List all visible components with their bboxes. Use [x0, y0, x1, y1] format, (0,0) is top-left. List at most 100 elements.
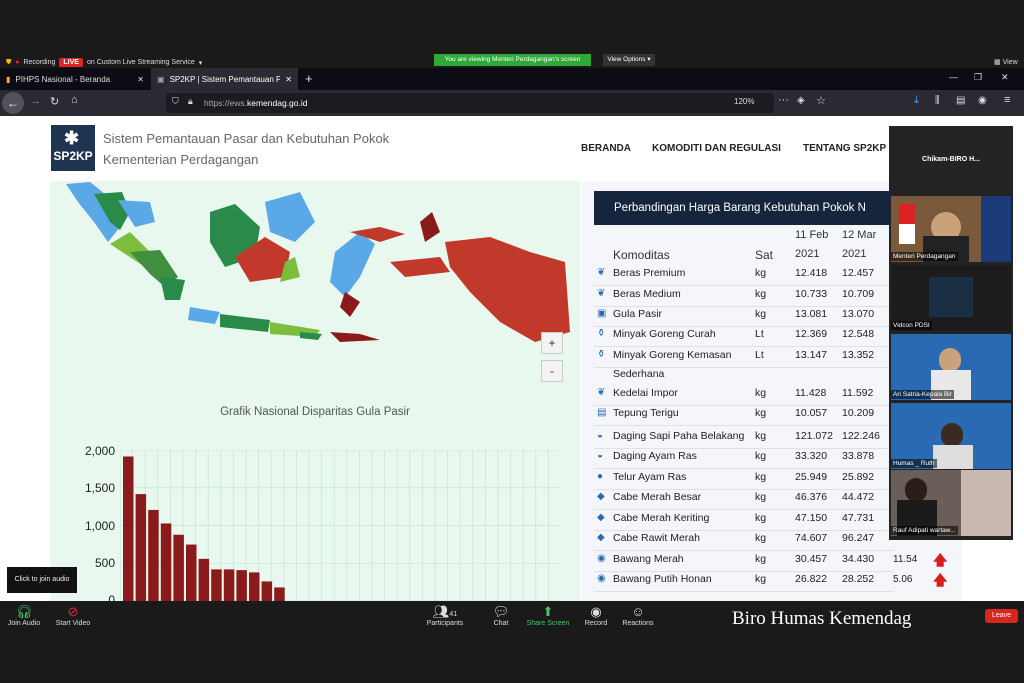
- commodity-icon: ⚱: [597, 349, 606, 360]
- participant-count: 41: [449, 611, 458, 618]
- bar-8[interactable]: [223, 569, 235, 601]
- commodity-icon: ◆: [597, 512, 605, 523]
- nav-komoditi[interactable]: KOMODITI DAN REGULASI: [652, 143, 781, 154]
- bar-7[interactable]: [211, 569, 222, 601]
- reload-icon[interactable]: ↻: [50, 95, 59, 108]
- table-row: ⚱ Minyak Goreng Curah Lt 12.369 12.548: [594, 328, 894, 347]
- tab-pihps[interactable]: ▮ PIHPS Nasional - Beranda ✕: [0, 68, 150, 90]
- restore-icon[interactable]: ❐: [974, 72, 982, 83]
- minimize-icon[interactable]: —: [949, 72, 958, 82]
- tab-pihps-label: PIHPS Nasional - Beranda: [15, 74, 111, 84]
- table-row: ❦ Kedelai Impor kg 11.428 11.592: [594, 387, 894, 406]
- bar-0[interactable]: [123, 456, 134, 601]
- row-unit: kg: [755, 308, 767, 320]
- home-icon[interactable]: ⌂: [71, 94, 78, 106]
- tracking-shield-icon[interactable]: ⛉: [172, 96, 179, 107]
- tab-sp2kp[interactable]: ▣ SP2KP | Sistem Pemantauan Pa... ✕: [151, 68, 298, 90]
- recording-indicator[interactable]: ⛊ ● Recording LIVE on Custom Live Stream…: [6, 58, 202, 67]
- reactions-button[interactable]: ☺ Reactions: [608, 604, 668, 627]
- participants-icon: 👥︎41: [432, 604, 458, 619]
- row-unit: kg: [755, 407, 767, 419]
- chevron-down-icon[interactable]: ▾: [199, 59, 203, 67]
- col-date1-line1: 11 Feb: [795, 229, 829, 241]
- participants-button[interactable]: 👥︎41 Participants: [415, 604, 475, 627]
- map-zoom-in-button[interactable]: +: [541, 332, 563, 354]
- view-button[interactable]: ▦ View: [994, 58, 1018, 66]
- more-actions-icon[interactable]: ···: [778, 94, 789, 106]
- download-icon[interactable]: ⤓: [914, 94, 919, 107]
- view-label: View: [1002, 59, 1018, 66]
- close-icon[interactable]: ✕: [137, 75, 144, 84]
- table-row: ◆ Cabe Merah Besar kg 46.376 44.472: [594, 491, 894, 510]
- start-video-button[interactable]: ⊘ Start Video: [43, 604, 103, 627]
- map-zoom-out-button[interactable]: -: [541, 360, 563, 382]
- library-icon[interactable]: ⫼: [935, 95, 940, 106]
- row-commodity: Beras Premium: [613, 267, 686, 279]
- bar-10[interactable]: [249, 572, 260, 601]
- row-price-mar: 11.592: [842, 387, 874, 399]
- zoom-level[interactable]: 120%: [734, 97, 754, 106]
- bar-11[interactable]: [261, 581, 273, 601]
- bar-2[interactable]: [148, 509, 159, 601]
- forward-arrow-icon[interactable]: →: [30, 95, 41, 107]
- gallery-header[interactable]: Chikam-BIRO H...: [891, 156, 1011, 163]
- new-tab-icon[interactable]: +: [305, 71, 313, 86]
- stream-label[interactable]: on Custom Live Streaming Service: [87, 59, 195, 66]
- row-price-mar: 12.457: [842, 267, 875, 279]
- table-row: ❦ Beras Premium kg 12.418 12.457: [594, 267, 894, 286]
- bookmark-star-icon[interactable]: ☆: [816, 94, 826, 107]
- row-price-feb: 121.072: [795, 430, 833, 442]
- viewing-banner: You are viewing Menteri Perdagangan's sc…: [434, 54, 591, 66]
- menu-icon[interactable]: ≡: [1004, 94, 1010, 106]
- row-unit: Lt: [755, 349, 764, 361]
- y-tick-1000: 1,000: [84, 519, 115, 533]
- row-price-mar: 122.246: [842, 430, 880, 442]
- table-row: ⚱ Minyak Goreng Kemasan Lt 13.147 13.352: [594, 349, 894, 368]
- lock-icon[interactable]: 🔒︎: [188, 96, 193, 107]
- row-price-mar: 96.247: [842, 532, 875, 544]
- row-unit: kg: [755, 430, 767, 442]
- video-tile-vidcon[interactable]: Vidcon PDSI: [891, 265, 1011, 331]
- leave-button[interactable]: Leave: [985, 609, 1018, 623]
- account-icon[interactable]: ◉: [978, 95, 987, 106]
- video-tile-menteri[interactable]: Menteri Perdagangan: [891, 196, 1011, 262]
- site-title-line1: Sistem Pemantauan Pasar dan Kebutuhan Po…: [103, 131, 390, 146]
- commodity-icon: ◒: [597, 430, 604, 441]
- close-icon[interactable]: ✕: [285, 75, 292, 84]
- commodity-icon: ⚱: [597, 328, 606, 339]
- nav-tentang[interactable]: TENTANG SP2KP: [803, 143, 886, 154]
- back-arrow-icon[interactable]: ←: [2, 92, 24, 114]
- sidebar-icon[interactable]: ▤: [956, 95, 965, 106]
- video-tile-ruth[interactable]: Humas _ Ruth: [891, 403, 1011, 469]
- row-unit: kg: [755, 573, 767, 585]
- bar-6[interactable]: [198, 558, 210, 601]
- commodity-icon: ◒: [597, 450, 604, 461]
- map-region-sulteng: [330, 232, 375, 297]
- bar-4[interactable]: [173, 534, 184, 601]
- row-commodity: Beras Medium: [613, 288, 681, 300]
- row-price-feb: 33.320: [795, 450, 828, 462]
- window-close-icon[interactable]: ✕: [1001, 72, 1009, 83]
- grid-icon: ▦: [994, 59, 1001, 66]
- bar-3[interactable]: [160, 523, 172, 601]
- map-region-papua: [445, 237, 570, 342]
- percent-bawang-merah: 11.54: [893, 554, 918, 565]
- commodity-icon: ❦: [597, 288, 606, 299]
- bar-12[interactable]: [274, 587, 285, 601]
- pocket-icon[interactable]: ◈: [797, 95, 805, 106]
- bar-5[interactable]: [186, 544, 197, 601]
- table-title: Perbandingan Harga Barang Kebutuhan Poko…: [594, 191, 894, 225]
- video-tile-ari[interactable]: Ari Satria-Kepala Bir: [891, 334, 1011, 400]
- video-tile-rauf[interactable]: Rauf Adipati wartaw...: [891, 470, 1011, 536]
- bar-1[interactable]: [135, 494, 147, 601]
- recording-label: Recording: [23, 59, 56, 66]
- nav-beranda[interactable]: BERANDA: [581, 143, 631, 154]
- row-price-mar: 33.878: [842, 450, 875, 462]
- commodity-icon: ◆: [597, 491, 605, 502]
- view-options-button[interactable]: View Options ▾: [603, 54, 655, 66]
- indonesia-map[interactable]: [60, 182, 572, 360]
- bar-9[interactable]: [236, 570, 247, 601]
- sp2kp-logo[interactable]: ✱ SP2KP: [51, 125, 95, 171]
- row-commodity: Minyak Goreng Curah: [613, 328, 716, 340]
- url-bar[interactable]: https://ews.kemendag.go.id: [166, 93, 774, 113]
